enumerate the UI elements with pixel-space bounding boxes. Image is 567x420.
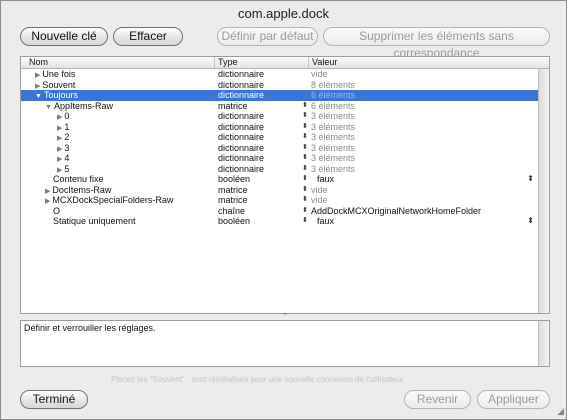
table-row[interactable]: ▶ Souvent dictionnaire 8 éléments: [21, 80, 540, 91]
row-name-label: O: [53, 205, 61, 216]
row-value[interactable]: 3 éléments: [311, 164, 355, 175]
row-type[interactable]: dictionnaire: [218, 111, 264, 122]
row-value[interactable]: 6 éléments: [311, 101, 355, 112]
preferences-sheet: com.apple.dock Nouvelle clé Effacer Défi…: [0, 0, 567, 420]
row-type[interactable]: dictionnaire: [218, 90, 264, 101]
row-type[interactable]: dictionnaire: [218, 132, 264, 143]
row-value[interactable]: 3 éléments: [311, 132, 355, 143]
row-name-label: 2: [64, 132, 70, 142]
row-name-label: DocItems-Raw: [52, 184, 112, 195]
row-type[interactable]: matrice: [218, 195, 248, 206]
description-panel: Définir et verrouiller les réglages.: [20, 320, 550, 367]
new-key-button[interactable]: Nouvelle clé: [20, 27, 108, 46]
description-scrollbar[interactable]: [538, 321, 549, 366]
row-name-label: 1: [64, 121, 70, 132]
settings-table: Nom Type Valeur ▶ Une fois dictionnaire vid…: [20, 56, 550, 314]
table-row[interactable]: ▶ 1 dictionnaire ⬍ 3 éléments: [21, 122, 540, 133]
table-row[interactable]: Ochaîne ⬍ AddDockMCXOriginalNetworkHomeFol…: [21, 206, 540, 217]
row-value[interactable]: faux: [317, 216, 334, 227]
stepper-icon[interactable]: ⬍: [302, 206, 308, 217]
row-value[interactable]: 3 éléments: [311, 111, 355, 122]
stepper-icon[interactable]: ⬍: [302, 132, 308, 143]
row-type[interactable]: dictionnaire: [218, 153, 264, 164]
table-header: Nom Type Valeur: [21, 57, 549, 69]
row-type[interactable]: dictionnaire: [218, 69, 264, 80]
row-type[interactable]: booléen: [218, 216, 250, 227]
row-name: O: [53, 206, 60, 217]
done-button[interactable]: Terminé: [20, 390, 88, 409]
stepper-icon[interactable]: ⬍: [302, 164, 308, 175]
table-row[interactable]: ▶ 3 dictionnaire ⬍ 3 éléments: [21, 143, 540, 154]
row-type[interactable]: booléen: [218, 174, 250, 185]
column-header-type[interactable]: Type: [218, 57, 238, 68]
description-text: Définir et verrouiller les réglages.: [24, 323, 156, 333]
stepper-icon[interactable]: ⬍: [302, 111, 308, 122]
row-name: Statique uniquement: [53, 216, 136, 227]
row-name-label: Contenu fixe: [53, 174, 104, 184]
row-value[interactable]: faux: [317, 174, 334, 185]
stepper-icon[interactable]: ⬍: [302, 195, 308, 206]
row-type[interactable]: dictionnaire: [218, 80, 264, 91]
row-name-label: Une fois: [42, 69, 76, 79]
row-value[interactable]: 3 éléments: [311, 153, 355, 164]
row-name-label: Souvent: [42, 79, 76, 90]
row-type[interactable]: dictionnaire: [218, 143, 264, 154]
remove-unmatched-button[interactable]: Supprimer les éléments sans correspondan…: [323, 27, 550, 60]
set-default-button[interactable]: Définir par défaut: [217, 27, 318, 46]
table-row[interactable]: ▶ 5 dictionnaire ⬍ 3 éléments: [21, 164, 540, 175]
window-title: com.apple.dock: [237, 6, 330, 21]
row-name-label: MCXDockSpecialFolders-Raw: [52, 195, 174, 205]
row-name-label: Statique uniquement: [53, 216, 136, 226]
table-row[interactable]: ▶ Une fois dictionnaire vide: [21, 69, 540, 80]
row-value[interactable]: AddDockMCXOriginalNetworkHomeFolder: [311, 206, 481, 217]
row-name-label: 0: [64, 111, 70, 121]
row-value[interactable]: 8 éléments: [311, 80, 355, 91]
table-row[interactable]: ▼ AppItems-Raw matrice ⬍ 6 éléments: [21, 101, 540, 112]
row-name: Contenu fixe: [53, 174, 104, 185]
popup-arrows-icon[interactable]: ⬍: [527, 174, 534, 185]
row-name-label: 3: [64, 142, 70, 153]
row-value[interactable]: vide: [311, 185, 328, 196]
stepper-icon[interactable]: ⬍: [302, 216, 308, 227]
row-value[interactable]: 3 éléments: [311, 143, 355, 154]
row-type[interactable]: matrice: [218, 101, 248, 112]
stepper-icon[interactable]: ⬍: [302, 122, 308, 133]
table-row[interactable]: ▶ DocItems-Raw matrice ⬍ vide: [21, 185, 540, 196]
table-row[interactable]: ▶ 2 dictionnaire ⬍ 3 éléments: [21, 132, 540, 143]
table-row[interactable]: ▼ Toujours dictionnaire 6 éléments: [21, 90, 540, 101]
row-value[interactable]: 3 éléments: [311, 122, 355, 133]
table-row[interactable]: ▶ 0 dictionnaire ⬍ 3 éléments: [21, 111, 540, 122]
stepper-icon[interactable]: ⬍: [302, 174, 308, 185]
column-header-value[interactable]: Valeur: [312, 57, 337, 68]
row-name-label: AppItems-Raw: [53, 100, 113, 111]
row-type[interactable]: chaîne: [218, 206, 245, 217]
stepper-icon[interactable]: ⬍: [302, 185, 308, 196]
stepper-icon[interactable]: ⬍: [302, 153, 308, 164]
row-name-label: 5: [64, 163, 70, 174]
apply-button[interactable]: Appliquer: [477, 390, 550, 409]
row-type[interactable]: dictionnaire: [218, 164, 264, 175]
table-row[interactable]: ▶ MCXDockSpecialFolders-Raw matrice ⬍ vide: [21, 195, 540, 206]
row-name-label: 4: [64, 153, 70, 163]
table-scrollbar[interactable]: [538, 69, 549, 313]
row-name-label: Toujours: [43, 90, 78, 100]
stepper-icon[interactable]: ⬍: [302, 143, 308, 154]
row-value[interactable]: vide: [311, 195, 328, 206]
revert-button[interactable]: Revenir: [404, 390, 471, 409]
table-row[interactable]: Contenu fixe booléen ⬍ faux ⬍: [21, 174, 540, 185]
popup-arrows-icon[interactable]: ⬍: [527, 216, 534, 227]
row-type[interactable]: matrice: [218, 185, 248, 196]
footer-hint: Placez les "Souvent" : sont réinitialisé…: [111, 375, 404, 384]
clear-button[interactable]: Effacer: [113, 27, 183, 46]
resize-grip-icon[interactable]: ◢: [557, 406, 564, 417]
row-value[interactable]: vide: [311, 69, 328, 80]
row-type[interactable]: dictionnaire: [218, 122, 264, 133]
table-row[interactable]: Statique uniquement booléen ⬍ faux ⬍: [21, 216, 540, 227]
column-header-name[interactable]: Nom: [29, 57, 48, 68]
table-row[interactable]: ▶ 4 dictionnaire ⬍ 3 éléments: [21, 153, 540, 164]
stepper-icon[interactable]: ⬍: [302, 101, 308, 112]
row-value[interactable]: 6 éléments: [311, 90, 355, 101]
